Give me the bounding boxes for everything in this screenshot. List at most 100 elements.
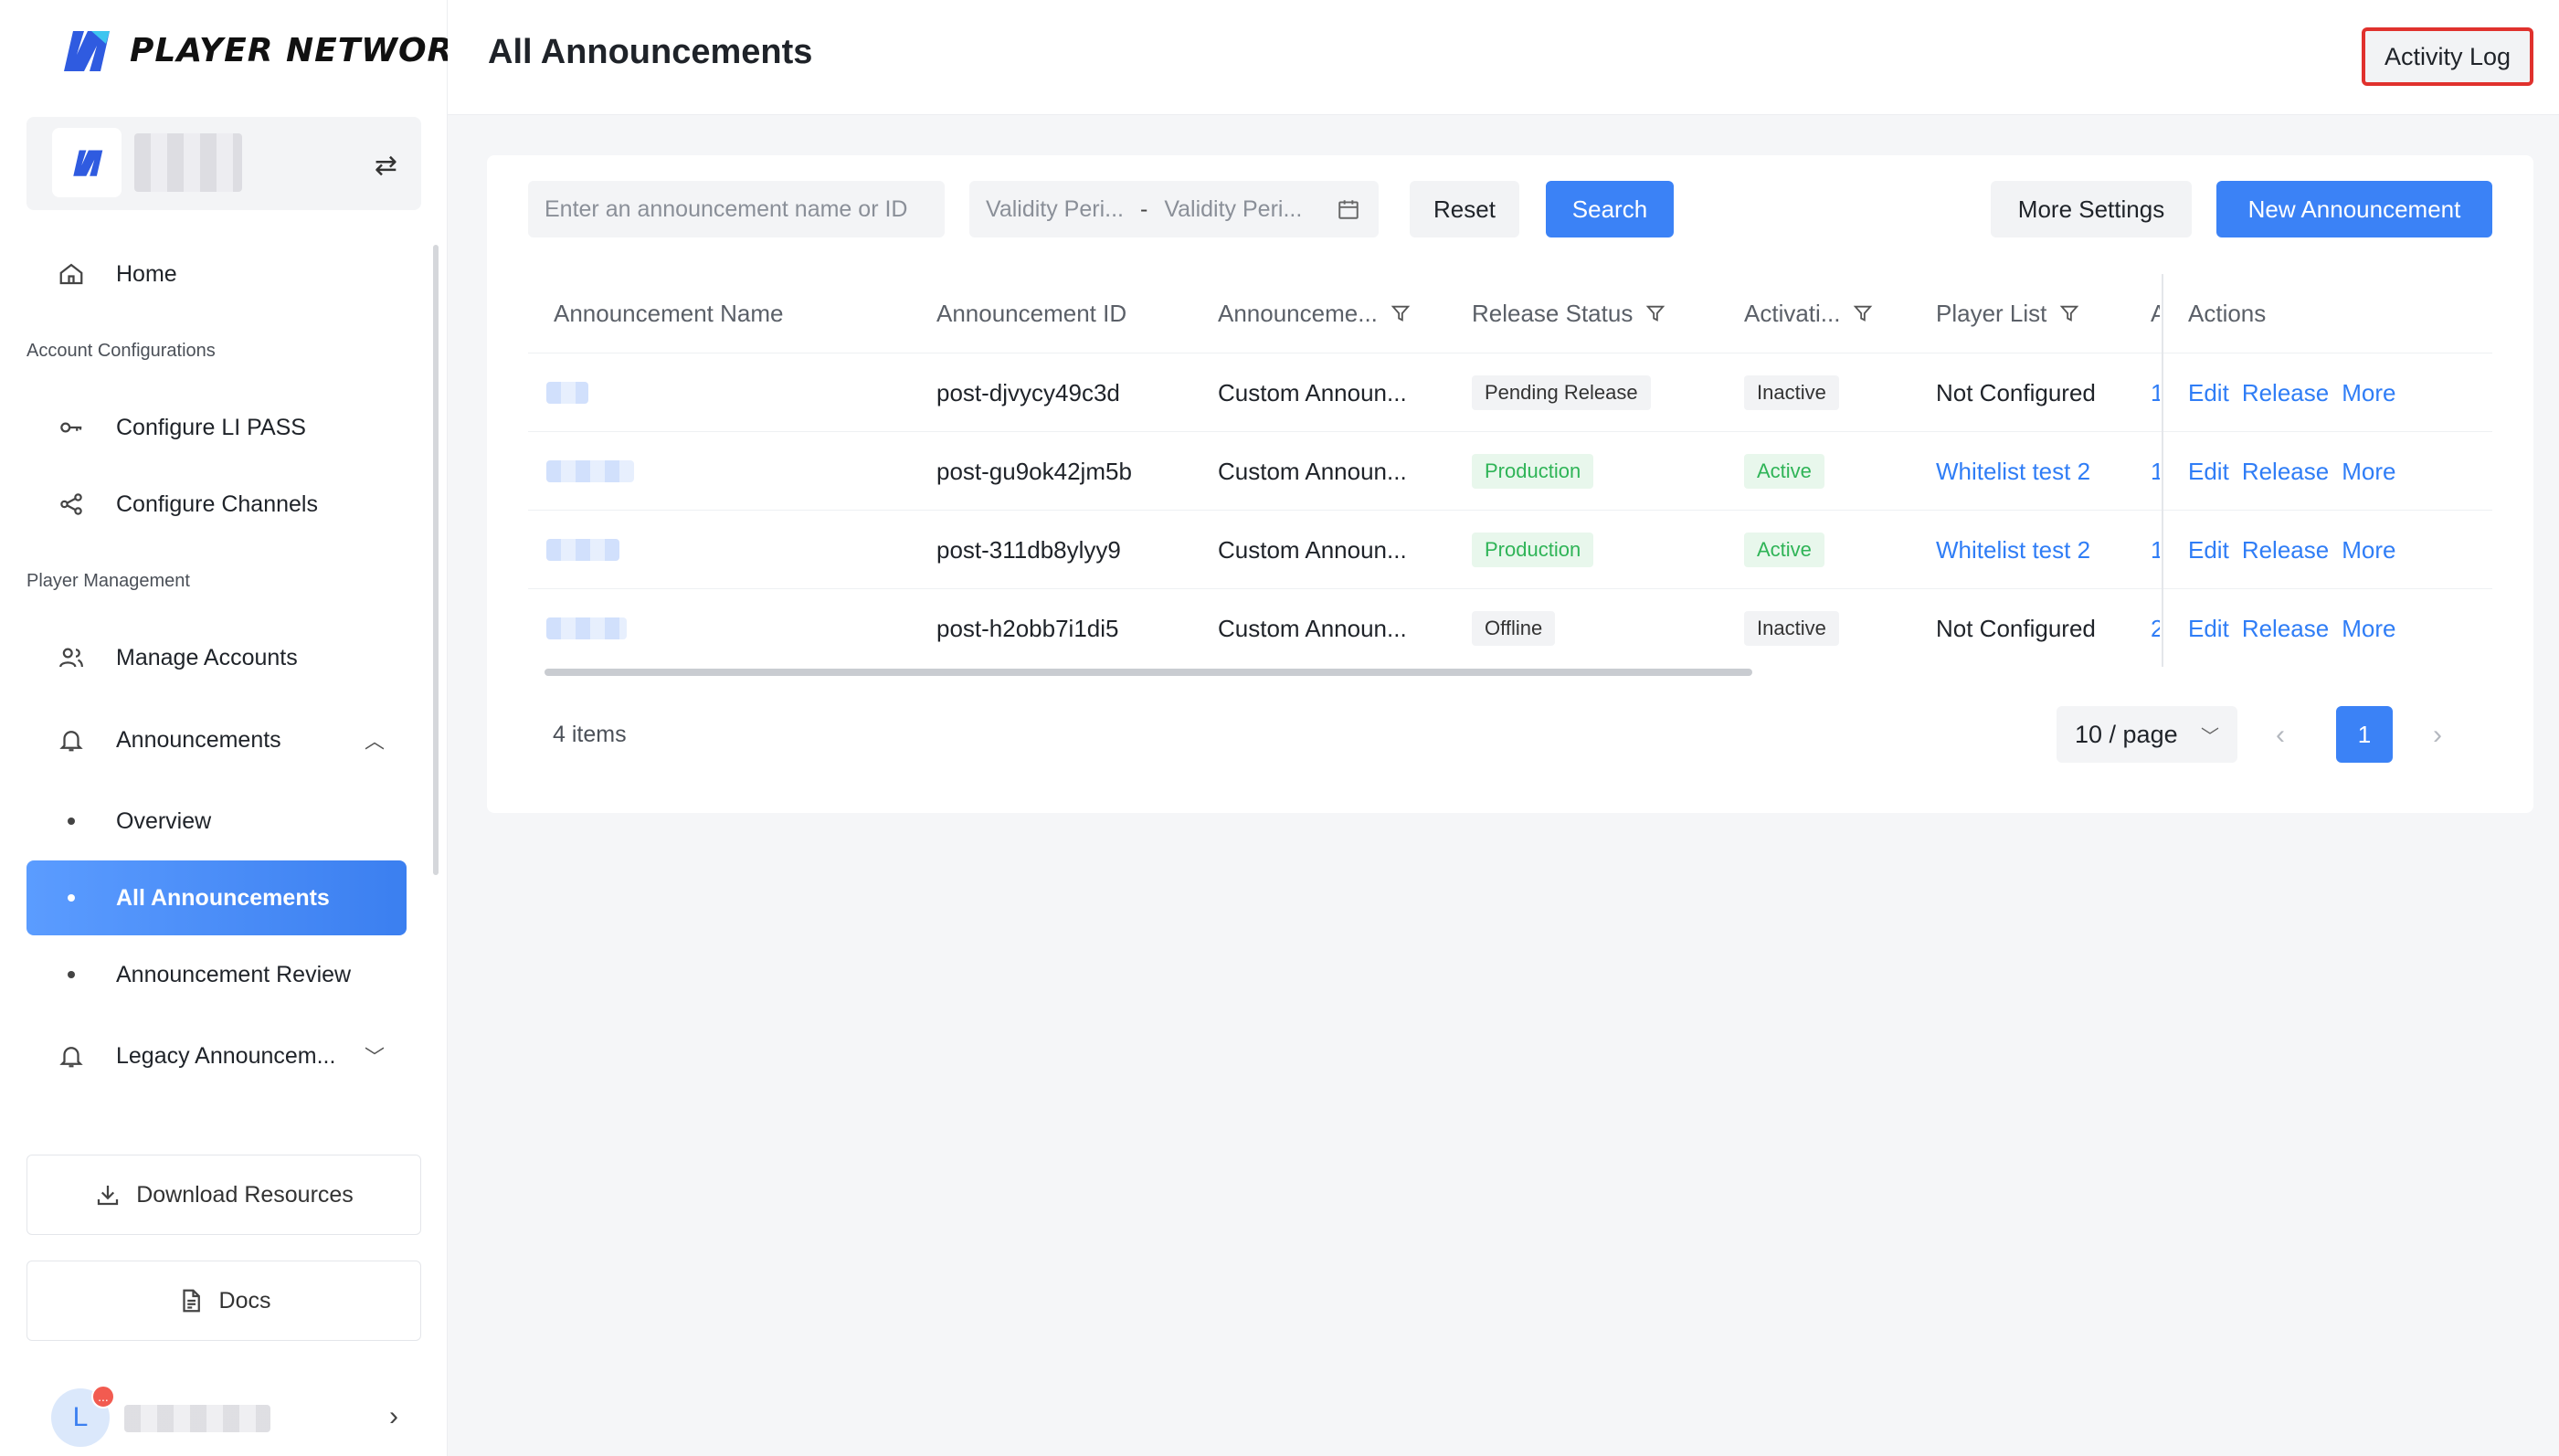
column-header-activation[interactable]: Activati... [1744, 274, 1927, 353]
user-profile[interactable]: L ... › [51, 1385, 398, 1449]
chevron-right-icon[interactable]: › [389, 1401, 398, 1432]
home-icon [56, 258, 87, 290]
column-header-release-status[interactable]: Release Status [1472, 274, 1728, 353]
validity-end-input[interactable]: Validity Peri... [1164, 196, 1302, 223]
player-list-cell[interactable]: Whitelist test 2 [1936, 432, 2146, 511]
column-header-id[interactable]: Announcement ID [936, 274, 1201, 353]
release-status-cell: Pending Release [1472, 353, 1728, 432]
chevron-down-icon: ﹀ [2201, 726, 2219, 747]
username-redacted [124, 1405, 270, 1432]
release-link[interactable]: Release [2242, 458, 2329, 486]
table-row[interactable]: post-311db8ylyy9 Custom Announ... Producti… [528, 510, 2492, 588]
column-header-label: Release Status [1472, 299, 1634, 327]
column-header-name[interactable]: Announcement Name [554, 274, 919, 353]
more-settings-button[interactable]: More Settings [1991, 181, 2192, 237]
users-icon [56, 642, 87, 673]
sidebar-item-legacy-announcements[interactable]: Legacy Announcem... ﹀ [26, 1018, 407, 1093]
brand-logo[interactable]: PLAYER NETWORK [57, 27, 480, 73]
announcement-name-redacted[interactable] [546, 539, 619, 561]
edit-link[interactable]: Edit [2188, 458, 2229, 486]
release-status-badge: Production [1472, 533, 1594, 567]
player-list-cell[interactable]: Whitelist test 2 [1936, 511, 2146, 589]
column-header-player-list[interactable]: Player List [1936, 274, 2146, 353]
more-link[interactable]: More [2342, 458, 2395, 486]
announcement-name-redacted[interactable] [546, 460, 634, 482]
next-page-icon[interactable]: › [2433, 720, 2442, 751]
release-status-badge: Pending Release [1472, 375, 1651, 410]
activation-cell: Active [1744, 432, 1927, 511]
project-switcher[interactable]: ⇄ [26, 117, 421, 210]
announcement-name-redacted[interactable] [546, 382, 588, 404]
sidebar-item-configure-li-pass[interactable]: Configure LI PASS [26, 390, 407, 465]
sidebar-item-overview[interactable]: Overview [26, 784, 407, 859]
column-header-extra[interactable]: A [2151, 274, 2160, 353]
filter-icon[interactable] [1645, 303, 1665, 323]
sidebar-item-announcement-review[interactable]: Announcement Review [26, 937, 407, 1012]
sidebar-item-label: Announcement Review [116, 961, 352, 987]
player-list-cell: Not Configured [1936, 378, 2096, 406]
announcement-id-cell: post-311db8ylyy9 [936, 535, 1121, 564]
more-link[interactable]: More [2342, 379, 2395, 407]
fixed-column-divider [2162, 274, 2163, 667]
total-items: 4 items [553, 722, 627, 747]
table-row[interactable]: post-h2obb7i1di5 Custom Announ... Offline I… [528, 588, 2492, 667]
project-logo-icon [73, 150, 103, 176]
table-row[interactable]: post-gu9ok42jm5b Custom Announ... Producti… [528, 431, 2492, 510]
reset-button[interactable]: Reset [1410, 181, 1519, 237]
actions-cell: Edit Release More [2188, 353, 2490, 432]
announcement-type-cell: Custom Announ... [1218, 614, 1407, 642]
share-nodes-icon [56, 489, 87, 520]
release-link[interactable]: Release [2242, 536, 2329, 564]
sidebar-item-all-announcements[interactable]: All Announcements [26, 860, 407, 935]
announcement-id-cell: post-djvycy49c3d [936, 378, 1120, 406]
sidebar-item-home[interactable]: Home [26, 237, 407, 311]
announcements-card: Enter an announcement name or ID Validit… [487, 155, 2533, 813]
validity-period-range-picker[interactable]: Validity Peri... - Validity Peri... [969, 181, 1379, 237]
validity-start-input[interactable]: Validity Peri... [986, 196, 1124, 223]
table-row[interactable]: post-djvycy49c3d Custom Announ... Pending … [528, 353, 2492, 431]
activation-cell: Inactive [1744, 589, 1927, 668]
sidebar: PLAYER NETWORK ⇄ Home Account Configurat… [0, 0, 479, 1456]
release-link[interactable]: Release [2242, 379, 2329, 407]
announcement-name-redacted[interactable] [546, 617, 627, 639]
more-link[interactable]: More [2342, 536, 2395, 564]
new-announcement-button[interactable]: New Announcement [2216, 181, 2492, 237]
sidebar-item-label: Configure Channels [116, 491, 318, 517]
table-horizontal-scrollbar[interactable] [545, 669, 1752, 676]
extra-cell[interactable]: 2 [2151, 589, 2160, 668]
filter-icon[interactable] [2059, 303, 2079, 323]
release-link[interactable]: Release [2242, 615, 2329, 643]
column-header-type[interactable]: Announceme... [1218, 274, 1455, 353]
sidebar-item-manage-accounts[interactable]: Manage Accounts [26, 620, 407, 695]
extra-cell[interactable]: 1 [2151, 353, 2160, 432]
announcement-name-cell[interactable] [546, 432, 912, 511]
sidebar-item-configure-channels[interactable]: Configure Channels [26, 467, 407, 542]
filter-icon[interactable] [1853, 303, 1873, 323]
download-resources-button[interactable]: Download Resources [26, 1155, 421, 1235]
docs-button[interactable]: Docs [26, 1261, 421, 1341]
page-number-current[interactable]: 1 [2336, 706, 2393, 763]
previous-page-icon[interactable]: ‹ [2276, 720, 2285, 751]
announcement-name-cell[interactable] [546, 589, 912, 668]
sidebar-scrollbar[interactable] [433, 245, 439, 875]
project-logo [52, 128, 122, 197]
actions-cell: Edit Release More [2188, 432, 2490, 511]
extra-cell[interactable]: 1 [2151, 432, 2160, 511]
swap-icon[interactable]: ⇄ [375, 150, 397, 182]
search-input[interactable]: Enter an announcement name or ID [528, 181, 945, 237]
page-size-select[interactable]: 10 / page ﹀ [2057, 706, 2237, 763]
release-status-badge: Offline [1472, 611, 1556, 646]
filter-icon[interactable] [1391, 303, 1411, 323]
extra-cell[interactable]: 1 [2151, 511, 2160, 589]
activation-status-badge: Active [1744, 454, 1824, 489]
announcement-name-cell[interactable] [546, 353, 912, 432]
activity-log-button[interactable]: Activity Log [2362, 27, 2533, 86]
edit-link[interactable]: Edit [2188, 536, 2229, 564]
edit-link[interactable]: Edit [2188, 615, 2229, 643]
sidebar-item-announcements[interactable]: Announcements ︿ [26, 702, 407, 777]
announcement-name-cell[interactable] [546, 511, 912, 589]
search-button[interactable]: Search [1546, 181, 1674, 237]
sidebar-item-label: Configure LI PASS [116, 414, 306, 440]
edit-link[interactable]: Edit [2188, 379, 2229, 407]
more-link[interactable]: More [2342, 615, 2395, 643]
